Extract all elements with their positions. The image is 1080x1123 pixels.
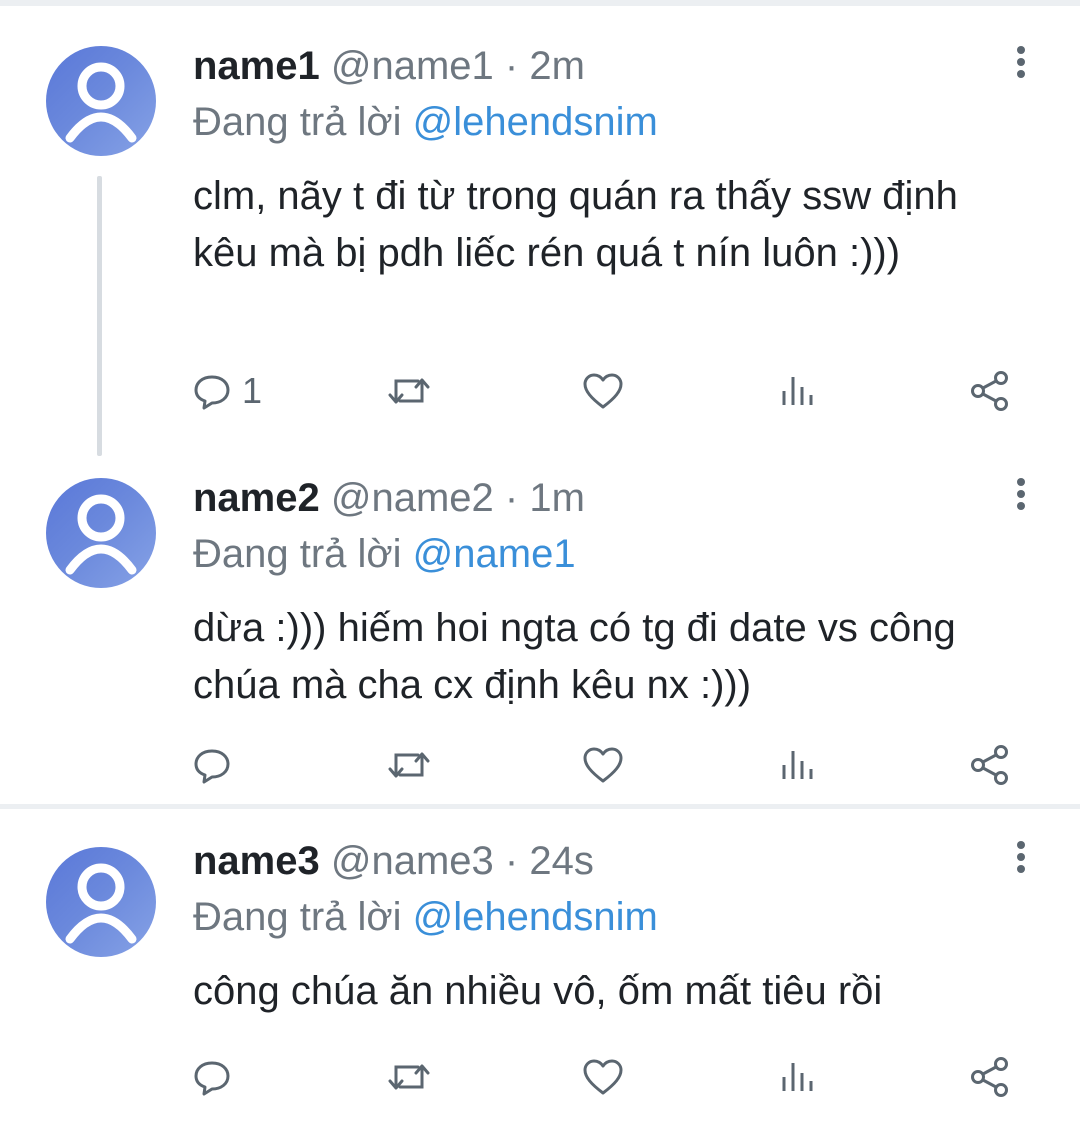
tweet-text: clm, nãy t đi từ trong quán ra thấy ssw …	[193, 174, 958, 275]
separator: ·	[504, 839, 519, 883]
separator: ·	[504, 476, 519, 520]
reply-button[interactable]	[192, 740, 242, 790]
reply-icon	[194, 375, 230, 410]
default-avatar-icon	[65, 494, 137, 575]
reply-icon	[194, 1061, 230, 1096]
like-button[interactable]	[581, 1052, 625, 1102]
more-vertical-icon	[1011, 478, 1031, 510]
tweet-header: name1 @name1 · 2m	[193, 40, 585, 92]
like-button[interactable]	[581, 366, 625, 416]
reply-button[interactable]: 1	[192, 366, 262, 416]
user-handle[interactable]: @name1	[331, 44, 494, 88]
retweet-icon	[388, 752, 430, 778]
tweet-1[interactable]: name1 @name1 · 2m Đang trả lời @lehendsn…	[0, 6, 1080, 456]
timestamp[interactable]: 1m	[529, 476, 585, 520]
more-options-button[interactable]	[1011, 478, 1031, 518]
more-options-button[interactable]	[1011, 841, 1031, 881]
replying-to: Đang trả lời @name1	[193, 528, 576, 580]
reply-mention-link[interactable]: @lehendsnim	[413, 100, 658, 144]
tweet-header: name3 @name3 · 24s	[193, 835, 594, 887]
share-button[interactable]	[968, 1052, 1012, 1102]
retweet-icon	[388, 378, 430, 404]
replying-to-label: Đang trả lời	[193, 100, 402, 144]
default-avatar-icon	[65, 62, 137, 143]
retweet-button[interactable]	[386, 1052, 432, 1102]
retweet-button[interactable]	[386, 740, 432, 790]
more-vertical-icon	[1011, 46, 1031, 78]
analytics-button[interactable]	[778, 1052, 818, 1102]
replying-to: Đang trả lời @lehendsnim	[193, 891, 658, 943]
retweet-button[interactable]	[386, 366, 432, 416]
tweet-text: công chúa ăn nhiều vô, ốm mất tiêu rồi	[193, 969, 883, 1013]
timestamp[interactable]: 24s	[529, 839, 594, 883]
share-button[interactable]	[968, 740, 1012, 790]
analytics-icon	[782, 377, 813, 405]
separator: ·	[504, 44, 519, 88]
retweet-icon	[388, 1064, 430, 1090]
analytics-icon	[782, 1063, 813, 1091]
share-button[interactable]	[968, 366, 1012, 416]
analytics-icon	[782, 751, 813, 779]
share-icon	[971, 745, 1008, 785]
replying-to: Đang trả lời @lehendsnim	[193, 96, 658, 148]
user-handle[interactable]: @name3	[331, 839, 494, 883]
avatar[interactable]	[46, 847, 156, 957]
reply-mention-link[interactable]: @name1	[413, 532, 576, 576]
timestamp[interactable]: 2m	[529, 44, 585, 88]
avatar[interactable]	[46, 478, 156, 588]
display-name[interactable]: name3	[193, 839, 320, 883]
analytics-button[interactable]	[778, 740, 818, 790]
like-button[interactable]	[581, 740, 625, 790]
replying-to-label: Đang trả lời	[193, 532, 402, 576]
more-vertical-icon	[1011, 841, 1031, 873]
heart-icon	[583, 1059, 623, 1095]
tweet-text: dừa :))) hiếm hoi ngta có tg đi date vs …	[193, 606, 956, 707]
heart-icon	[583, 747, 623, 783]
heart-icon	[583, 373, 623, 409]
analytics-button[interactable]	[778, 366, 818, 416]
tweet-2[interactable]: name2 @name2 · 1m Đang trả lời @name1 dừ…	[0, 438, 1080, 804]
tweet-actions	[0, 1052, 1080, 1102]
reply-button[interactable]	[192, 1052, 242, 1102]
tweet-actions: 1	[0, 366, 1080, 416]
user-handle[interactable]: @name2	[331, 476, 494, 520]
avatar[interactable]	[46, 46, 156, 156]
tweet-header: name2 @name2 · 1m	[193, 472, 585, 524]
tweet-3[interactable]: name3 @name3 · 24s Đang trả lời @lehends…	[0, 809, 1080, 1123]
display-name[interactable]: name2	[193, 476, 320, 520]
share-icon	[971, 1057, 1008, 1097]
reply-count: 1	[242, 370, 263, 411]
replying-to-label: Đang trả lời	[193, 895, 402, 939]
more-options-button[interactable]	[1011, 46, 1031, 86]
tweet-actions	[0, 740, 1080, 790]
share-icon	[971, 371, 1008, 411]
default-avatar-icon	[65, 863, 137, 944]
reply-mention-link[interactable]: @lehendsnim	[413, 895, 658, 939]
reply-icon	[194, 749, 230, 784]
display-name[interactable]: name1	[193, 44, 320, 88]
